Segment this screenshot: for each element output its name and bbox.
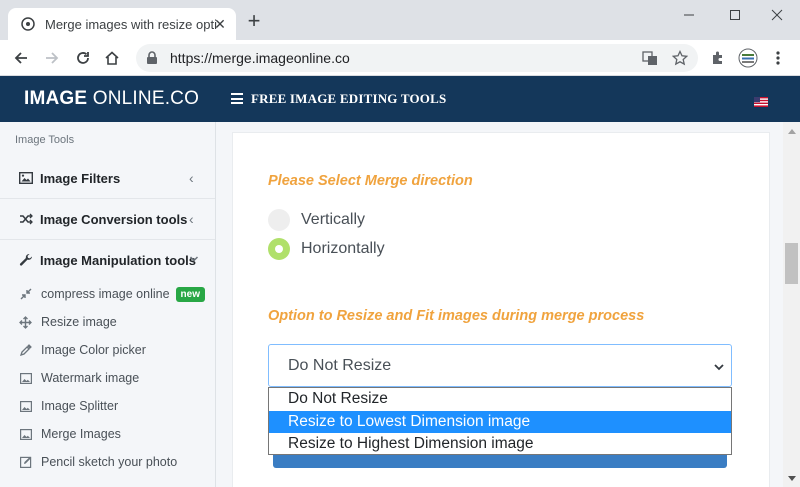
sidebar-subitem-image-color-picker[interactable]: Image Color picker	[0, 336, 215, 364]
scroll-up-icon[interactable]	[783, 122, 800, 139]
sidebar-subitem-pencil-sketch[interactable]: Pencil sketch your photo	[0, 448, 215, 476]
radio-label: Horizontally	[301, 240, 385, 257]
site-header: IMAGE ONLINE.CO FREE IMAGE EDITING TOOLS	[0, 76, 800, 122]
merge-direction-title: Please Select Merge direction	[268, 173, 473, 189]
page-scrollbar[interactable]	[783, 122, 800, 487]
subitem-label: Image Splitter	[41, 399, 119, 413]
reload-icon[interactable]	[71, 46, 95, 70]
extensions-icon[interactable]	[708, 48, 728, 68]
browser-tabstrip: Merge images with resize optio ✕ +	[0, 0, 800, 40]
star-icon[interactable]	[672, 50, 688, 66]
sidebar-heading: Image Tools	[15, 134, 75, 146]
arrows-icon	[19, 315, 32, 329]
sidebar-item-image-conversion-tools[interactable]: Image Conversion tools ‹	[0, 199, 215, 239]
radio-vertically[interactable]: Vertically	[268, 208, 365, 232]
menu-label[interactable]: FREE IMAGE EDITING TOOLS	[251, 91, 446, 107]
close-window-icon[interactable]	[754, 0, 800, 30]
chevron-down-icon	[713, 360, 725, 372]
subitem-label: compress image online	[41, 287, 170, 301]
hamburger-menu-icon[interactable]	[231, 93, 243, 104]
tab-title: Merge images with resize optio	[45, 16, 217, 32]
close-tab-icon[interactable]: ✕	[212, 16, 228, 32]
subitem-label: Pencil sketch your photo	[41, 455, 178, 469]
subitem-label: Merge Images	[41, 427, 121, 441]
sidebar: Image Tools Image Filters ‹ Image Conver…	[0, 122, 216, 487]
sidebar-item-image-filters[interactable]: Image Filters ‹	[0, 158, 215, 198]
sidebar-subitem-resize-image[interactable]: Resize image	[0, 308, 215, 336]
home-icon[interactable]	[100, 46, 124, 70]
sidebar-subitem-watermark-image[interactable]: Watermark image	[0, 364, 215, 392]
option-resize-lowest[interactable]: Resize to Lowest Dimension image	[269, 410, 731, 433]
radio-horizontally[interactable]: Horizontally	[268, 237, 385, 261]
maximize-icon[interactable]	[712, 0, 758, 30]
resize-option-title: Option to Resize and Fit images during m…	[268, 308, 645, 324]
wrench-icon	[18, 252, 34, 268]
chevron-down-icon	[189, 252, 199, 266]
scroll-down-icon[interactable]	[783, 470, 800, 487]
chevron-left-icon: ‹	[189, 170, 194, 186]
new-tab-button[interactable]: +	[244, 10, 264, 32]
minimize-icon[interactable]	[666, 0, 712, 30]
radio-button[interactable]	[268, 209, 290, 231]
globe-icon	[20, 16, 36, 32]
resize-select-dropdown: Do Not Resize Resize to Lowest Dimension…	[268, 387, 732, 455]
forward-arrow-icon[interactable]	[40, 46, 64, 70]
option-resize-highest[interactable]: Resize to Highest Dimension image	[269, 433, 731, 456]
image-icon	[19, 428, 32, 441]
resize-select-value: Do Not Resize	[288, 356, 392, 374]
translate-icon[interactable]	[642, 50, 658, 66]
option-do-not-resize[interactable]: Do Not Resize	[269, 388, 731, 411]
sidebar-item-label: Image Manipulation tools	[40, 252, 197, 268]
pencil-icon	[19, 456, 32, 469]
image-icon	[19, 400, 32, 413]
sidebar-subitem-image-splitter[interactable]: Image Splitter	[0, 392, 215, 420]
sidebar-item-label: Image Conversion tools	[40, 211, 188, 227]
back-arrow-icon[interactable]	[9, 46, 33, 70]
resize-select[interactable]: Do Not Resize	[268, 344, 732, 387]
chevron-left-icon: ‹	[189, 211, 194, 227]
divider	[232, 132, 770, 133]
us-flag-icon[interactable]	[754, 94, 768, 107]
subitem-label: Resize image	[41, 315, 117, 329]
radio-button-checked[interactable]	[268, 238, 290, 260]
more-menu-icon[interactable]	[768, 48, 788, 68]
address-bar[interactable]: https://merge.imageonline.co	[136, 44, 698, 72]
compress-icon	[19, 288, 32, 301]
image-icon	[19, 372, 32, 385]
browser-toolbar: https://merge.imageonline.co	[0, 40, 800, 76]
new-badge: new	[175, 286, 205, 302]
sidebar-item-image-manipulation-tools[interactable]: Image Manipulation tools	[0, 240, 215, 280]
shuffle-icon	[18, 211, 34, 227]
url-text: https://merge.imageonline.co	[170, 50, 350, 66]
profile-avatar[interactable]	[738, 48, 758, 68]
sidebar-item-label: Image Filters	[40, 170, 121, 186]
browser-tab[interactable]: Merge images with resize optio ✕	[8, 8, 236, 40]
subitem-label: Image Color picker	[41, 343, 146, 357]
eyedropper-icon	[19, 344, 32, 357]
lock-icon[interactable]	[144, 50, 160, 66]
radio-label: Vertically	[301, 211, 366, 228]
scrollbar-thumb[interactable]	[785, 243, 798, 284]
sidebar-subitem-merge-images[interactable]: Merge Images	[0, 420, 215, 448]
site-logo[interactable]: IMAGE ONLINE.CO	[24, 88, 199, 110]
sidebar-subitem-compress-image-online[interactable]: compress image online new	[0, 280, 215, 308]
subitem-label: Watermark image	[41, 371, 140, 385]
image-icon	[18, 170, 34, 186]
